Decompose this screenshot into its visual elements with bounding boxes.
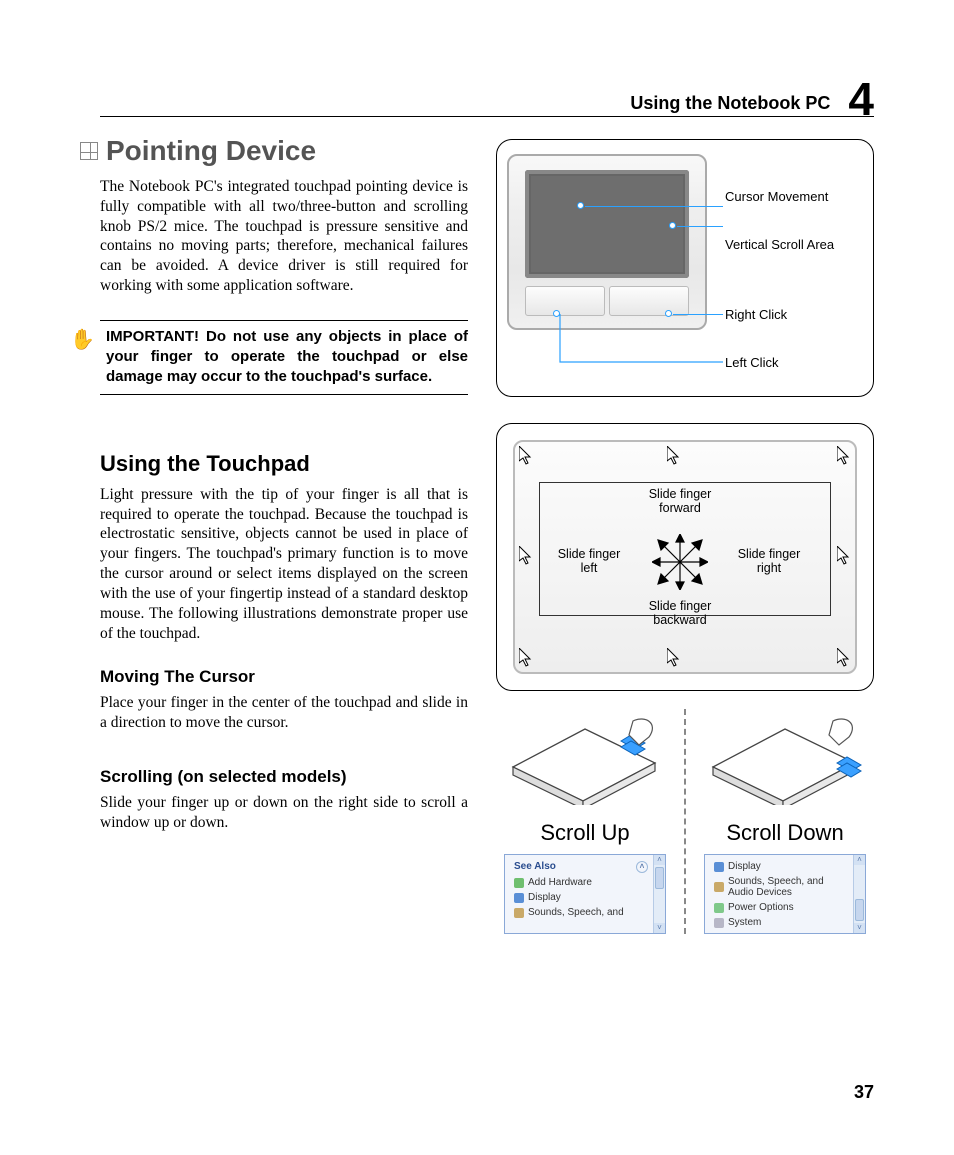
panel-scroll-up: See Also ˄ Add Hardware Display Sounds, S… — [504, 854, 666, 934]
label-slide-right: Slide finger right — [729, 548, 809, 576]
cursor-icon — [837, 446, 851, 466]
section-heading-text: Pointing Device — [106, 135, 316, 167]
section-heading: Pointing Device — [80, 135, 468, 167]
cursor-icon — [667, 648, 681, 668]
page-number: 37 — [854, 1082, 874, 1103]
touchpad-illustration — [507, 154, 707, 330]
chapter-title: Using the Notebook PC — [630, 93, 830, 114]
panel-up-item-2: Sounds, Speech, and — [528, 907, 624, 918]
figure-slide-directions: Slide finger forward Slide finger left S… — [496, 423, 874, 691]
left-button — [525, 286, 605, 316]
panel-down-item-2: Power Options — [728, 902, 794, 913]
figure-touchpad-callouts: Cursor Movement Vertical Scroll Area Rig… — [496, 139, 874, 397]
scrolling-heading: Scrolling (on selected models) — [100, 767, 468, 787]
cursor-icon — [519, 446, 533, 466]
vertical-divider — [684, 709, 686, 934]
important-text: IMPORTANT! Do not use any objects in pla… — [106, 328, 468, 386]
scroll-down-illustration — [705, 709, 865, 805]
label-left-click: Left Click — [725, 356, 778, 371]
cursor-icon — [837, 648, 851, 668]
direction-star-icon — [652, 534, 708, 590]
scrolling-paragraph: Slide your finger up or down on the righ… — [100, 793, 468, 833]
grid-icon — [80, 142, 98, 160]
important-note: ✋ IMPORTANT! Do not use any objects in p… — [100, 320, 468, 395]
panel-scroll-down: Display Sounds, Speech, and Audio Device… — [704, 854, 866, 934]
label-slide-backward: Slide finger backward — [640, 600, 720, 628]
scroll-up-arrow-icon: ˄ — [654, 855, 665, 865]
label-vertical-scroll: Vertical Scroll Area — [725, 238, 834, 253]
label-slide-forward: Slide finger forward — [640, 488, 720, 516]
panel-down-item-1: Sounds, Speech, and Audio Devices — [728, 876, 848, 898]
chapter-header: Using the Notebook PC 4 — [100, 75, 874, 117]
scroll-down-column: Scroll Down Display Sounds, Speech, and … — [696, 709, 874, 934]
moving-cursor-paragraph: Place your finger in the center of the t… — [100, 693, 468, 733]
right-button — [609, 286, 689, 316]
scrollbar: ˄ ˅ — [853, 855, 865, 933]
scroll-up-column: Scroll Up See Also ˄ Add Hardware Display… — [496, 709, 674, 934]
cursor-icon — [667, 446, 681, 466]
cursor-icon — [519, 648, 533, 668]
label-cursor-movement: Cursor Movement — [725, 190, 828, 205]
panel-down-item-3: System — [728, 917, 761, 928]
scroll-up-arrow-icon: ˄ — [854, 855, 865, 865]
left-click-leader — [557, 314, 723, 374]
panel-up-item-0: Add Hardware — [528, 877, 592, 888]
scrollbar: ˄ ˅ — [653, 855, 665, 933]
panel-down-item-0: Display — [728, 861, 761, 872]
scroll-up-illustration — [505, 709, 665, 805]
panel-up-item-1: Display — [528, 892, 561, 903]
chapter-number: 4 — [848, 81, 874, 118]
collapse-icon: ˄ — [636, 861, 648, 873]
using-touchpad-paragraph: Light pressure with the tip of your fing… — [100, 485, 468, 644]
label-right-click: Right Click — [725, 308, 787, 323]
touchpad-surface — [525, 170, 689, 278]
scroll-down-arrow-icon: ˅ — [654, 923, 665, 933]
scroll-down-caption: Scroll Down — [696, 820, 874, 846]
figure-scroll-row: Scroll Up See Also ˄ Add Hardware Display… — [496, 709, 874, 934]
label-slide-left: Slide finger left — [549, 548, 629, 576]
panel-up-header: See Also — [514, 861, 556, 873]
using-touchpad-heading: Using the Touchpad — [100, 451, 468, 477]
scroll-up-caption: Scroll Up — [496, 820, 674, 846]
cursor-icon — [519, 546, 533, 566]
hand-icon: ✋ — [70, 327, 95, 354]
intro-paragraph: The Notebook PC's integrated touchpad po… — [100, 177, 468, 296]
scroll-down-arrow-icon: ˅ — [854, 923, 865, 933]
cursor-icon — [837, 546, 851, 566]
moving-cursor-heading: Moving The Cursor — [100, 667, 468, 687]
